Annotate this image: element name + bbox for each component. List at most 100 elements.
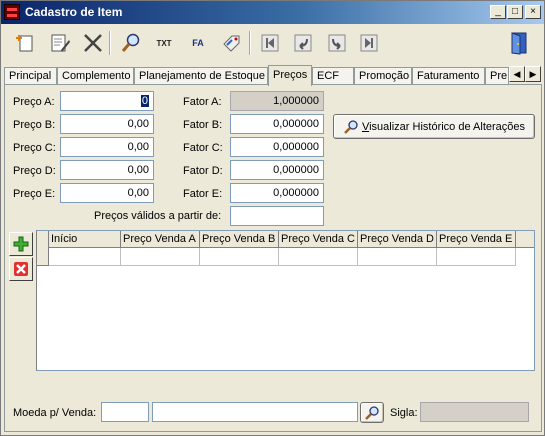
plus-icon <box>13 236 29 252</box>
view-history-label: Visualizar Histórico de Alterações <box>362 121 525 133</box>
price-d-label: Preço D: <box>13 165 56 177</box>
grid-header: Início Preço Venda A Preço Venda B Preço… <box>37 231 534 248</box>
column-header-preco-venda-b[interactable]: Preço Venda B <box>200 231 279 248</box>
grid-cell-preco-venda-e[interactable] <box>437 248 516 266</box>
grid-cell-inicio[interactable] <box>49 248 121 266</box>
factor-a-label: Fator A: <box>183 96 222 108</box>
delete-icon <box>84 34 102 52</box>
maximize-button[interactable]: □ <box>507 5 523 19</box>
grid-cell-preco-venda-d[interactable] <box>358 248 437 266</box>
toolbar-separator <box>109 31 111 55</box>
tab-pre[interactable]: Pre <box>485 67 509 85</box>
price-c-field[interactable]: 0,00 <box>60 137 154 157</box>
symbol-field <box>420 402 529 422</box>
factor-d-label: Fator D: <box>183 165 223 177</box>
tab-scroll-right-button[interactable]: ▶ <box>525 66 541 82</box>
search-icon <box>121 33 140 52</box>
price-b-label: Preço B: <box>13 119 56 131</box>
search-icon <box>344 119 358 134</box>
factor-b-field[interactable]: 0,000000 <box>230 114 324 134</box>
fa-button[interactable]: FA <box>184 29 212 57</box>
column-header-preco-venda-e[interactable]: Preço Venda E <box>437 231 516 248</box>
currency-name-field[interactable] <box>152 402 358 422</box>
price-a-field[interactable]: 0 <box>60 91 154 111</box>
txt-export-button[interactable]: TXT <box>150 29 178 57</box>
price-d-field[interactable]: 0,00 <box>60 160 154 180</box>
grid-cell-preco-venda-a[interactable] <box>121 248 200 266</box>
row-indicator[interactable] <box>37 248 49 266</box>
factor-a-field: 1,000000 <box>230 91 324 111</box>
delete-x-icon <box>14 262 28 276</box>
view-history-label-rest: isualizar Histórico de Alterações <box>369 120 526 133</box>
remove-row-button[interactable] <box>9 257 33 281</box>
window-title: Cadastro de Item <box>25 5 123 19</box>
new-button[interactable] <box>11 29 39 57</box>
grid-cell-preco-venda-b[interactable] <box>200 248 279 266</box>
factor-b-label: Fator B: <box>183 119 223 131</box>
fa-icon: FA <box>192 38 204 48</box>
tab-faturamento[interactable]: Faturamento <box>412 67 485 85</box>
factor-e-label: Fator E: <box>183 188 223 200</box>
first-record-button[interactable] <box>256 29 284 57</box>
exit-button[interactable] <box>506 29 534 57</box>
tab-promocao[interactable]: Promoção <box>354 67 412 85</box>
tab-scroll-left-button[interactable]: ◀ <box>509 66 525 82</box>
symbol-label: Sigla: <box>390 407 418 419</box>
price-c-label: Preço C: <box>13 142 56 154</box>
grid-cell-preco-venda-c[interactable] <box>279 248 358 266</box>
new-icon <box>16 35 33 52</box>
tab-complemento[interactable]: Complemento <box>57 67 134 85</box>
column-header-preco-venda-a[interactable]: Preço Venda A <box>121 231 200 248</box>
tag-button[interactable] <box>217 29 245 57</box>
close-button[interactable]: × <box>525 5 541 19</box>
currency-label: Moeda p/ Venda: <box>13 407 97 419</box>
column-header-inicio[interactable]: Início <box>49 231 121 248</box>
factor-d-field[interactable]: 0,000000 <box>230 160 324 180</box>
last-record-button[interactable] <box>355 29 383 57</box>
exit-door-icon <box>511 32 527 55</box>
previous-record-button[interactable] <box>289 29 317 57</box>
txt-icon: TXT <box>156 38 172 48</box>
factor-e-field[interactable]: 0,000000 <box>230 183 324 203</box>
minimize-button[interactable]: _ <box>490 5 506 19</box>
title-bar[interactable]: Cadastro de Item _ □ × <box>1 1 544 24</box>
last-record-icon <box>360 34 378 52</box>
search-button[interactable] <box>117 29 145 57</box>
tab-planejamento-de-estoque[interactable]: Planejamento de Estoque <box>134 67 268 85</box>
valid-from-label: Preços válidos a partir de: <box>94 210 222 222</box>
item-register-window: Cadastro de Item _ □ × TXT FA Principal … <box>0 0 545 436</box>
factor-c-label: Fator C: <box>183 142 223 154</box>
delete-button[interactable] <box>79 29 107 57</box>
column-header-preco-venda-d[interactable]: Preço Venda D <box>358 231 437 248</box>
edit-icon <box>51 34 70 52</box>
price-history-grid[interactable]: Início Preço Venda A Preço Venda B Preço… <box>36 230 535 371</box>
price-a-value: 0 <box>140 95 149 107</box>
tab-principal[interactable]: Principal <box>4 67 57 85</box>
factor-c-field[interactable]: 0,000000 <box>230 137 324 157</box>
price-e-label: Preço E: <box>13 188 56 200</box>
previous-record-icon <box>294 34 312 52</box>
grid-corner <box>37 231 49 248</box>
price-a-label: Preço A: <box>13 96 55 108</box>
toolbar: TXT FA <box>1 25 544 63</box>
tag-icon <box>223 35 240 52</box>
column-header-preco-venda-c[interactable]: Preço Venda C <box>279 231 358 248</box>
price-e-field[interactable]: 0,00 <box>60 183 154 203</box>
currency-code-field[interactable] <box>101 402 149 422</box>
first-record-icon <box>261 34 279 52</box>
currency-search-button[interactable] <box>360 402 384 423</box>
edit-button[interactable] <box>46 29 74 57</box>
tab-ecf[interactable]: ECF <box>312 67 354 85</box>
tab-strip: Principal Complemento Planejamento de Es… <box>4 65 542 86</box>
app-icon <box>4 4 20 20</box>
price-b-field[interactable]: 0,00 <box>60 114 154 134</box>
tab-precos[interactable]: Preços <box>268 65 312 86</box>
toolbar-separator <box>249 31 251 55</box>
view-history-button[interactable]: Visualizar Histórico de Alterações <box>333 114 535 139</box>
next-record-icon <box>328 34 346 52</box>
fa-icon-text: FA <box>192 38 204 48</box>
valid-from-field[interactable] <box>230 206 324 226</box>
search-icon <box>365 405 379 420</box>
add-row-button[interactable] <box>9 232 33 256</box>
next-record-button[interactable] <box>323 29 351 57</box>
